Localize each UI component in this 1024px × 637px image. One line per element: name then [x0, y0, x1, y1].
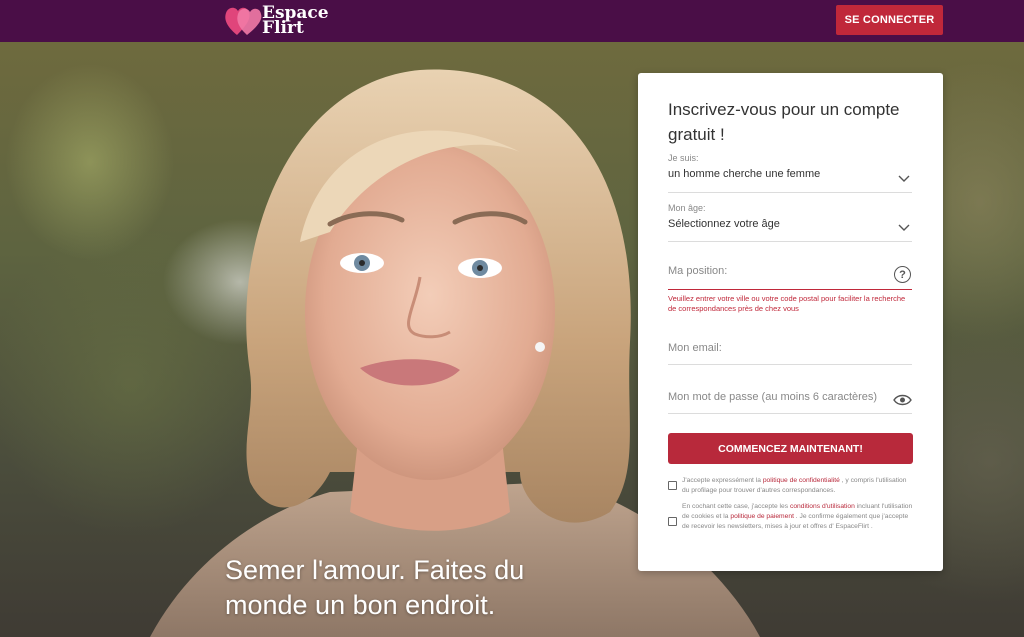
- brand-logo[interactable]: Espace Flirt: [224, 3, 342, 39]
- payment-policy-link[interactable]: politique de paiement: [730, 513, 794, 520]
- email-placeholder: Mon email:: [668, 342, 722, 354]
- hero-tagline: Semer l'amour. Faites du monde un bon en…: [225, 555, 525, 620]
- age-select[interactable]: Mon âge: Sélectionnez votre âge: [668, 203, 912, 242]
- heart-logo-icon: [225, 7, 262, 36]
- location-input[interactable]: Ma position: ?: [668, 265, 912, 290]
- privacy-checkbox[interactable]: [668, 481, 677, 490]
- form-title: Inscrivez-vous pour un compte gratuit !: [668, 100, 900, 144]
- login-button[interactable]: SE CONNECTER: [836, 5, 943, 35]
- gender-select[interactable]: Je suis: un homme cherche une femme: [668, 153, 912, 193]
- terms-of-use-link[interactable]: conditions d'utilisation: [790, 503, 855, 510]
- terms-consent-text: En cochant cette case, j'accepte les con…: [682, 502, 913, 532]
- password-input[interactable]: Mon mot de passe (au moins 6 caractères): [668, 391, 912, 414]
- privacy-consent-text: J'accepte expressément la politique de c…: [682, 476, 913, 496]
- location-error-message: Veuillez entrer votre ville ou votre cod…: [668, 294, 906, 313]
- gender-value: un homme cherche une femme: [668, 168, 821, 180]
- eye-icon[interactable]: [893, 394, 912, 406]
- password-placeholder: Mon mot de passe (au moins 6 caractères): [668, 391, 878, 403]
- start-now-button[interactable]: COMMENCEZ MAINTENANT!: [668, 433, 913, 464]
- signup-form-panel: Inscrivez-vous pour un compte gratuit ! …: [638, 73, 943, 571]
- privacy-policy-link[interactable]: politique de confidentialité: [763, 477, 840, 484]
- consent-terms-row: En cochant cette case, j'accepte les con…: [668, 502, 913, 532]
- top-bar: Espace Flirt SE CONNECTER: [0, 0, 1024, 42]
- chevron-down-icon: [898, 224, 910, 231]
- age-value: Sélectionnez votre âge: [668, 218, 780, 230]
- consent-privacy-row: J'accepte expressément la politique de c…: [668, 476, 913, 496]
- chevron-down-icon: [898, 175, 910, 182]
- email-input[interactable]: Mon email:: [668, 342, 912, 365]
- location-placeholder: Ma position:: [668, 265, 728, 277]
- brand-line-2: Flirt: [262, 18, 304, 38]
- gender-label: Je suis:: [668, 153, 699, 163]
- help-icon[interactable]: ?: [894, 266, 911, 283]
- terms-text-a: En cochant cette case, j'accepte les: [682, 503, 789, 510]
- brand-name: Espace Flirt: [262, 5, 329, 38]
- terms-checkbox[interactable]: [668, 517, 677, 526]
- age-label: Mon âge:: [668, 203, 706, 213]
- privacy-text-a: J'accepte expressément la: [682, 477, 761, 484]
